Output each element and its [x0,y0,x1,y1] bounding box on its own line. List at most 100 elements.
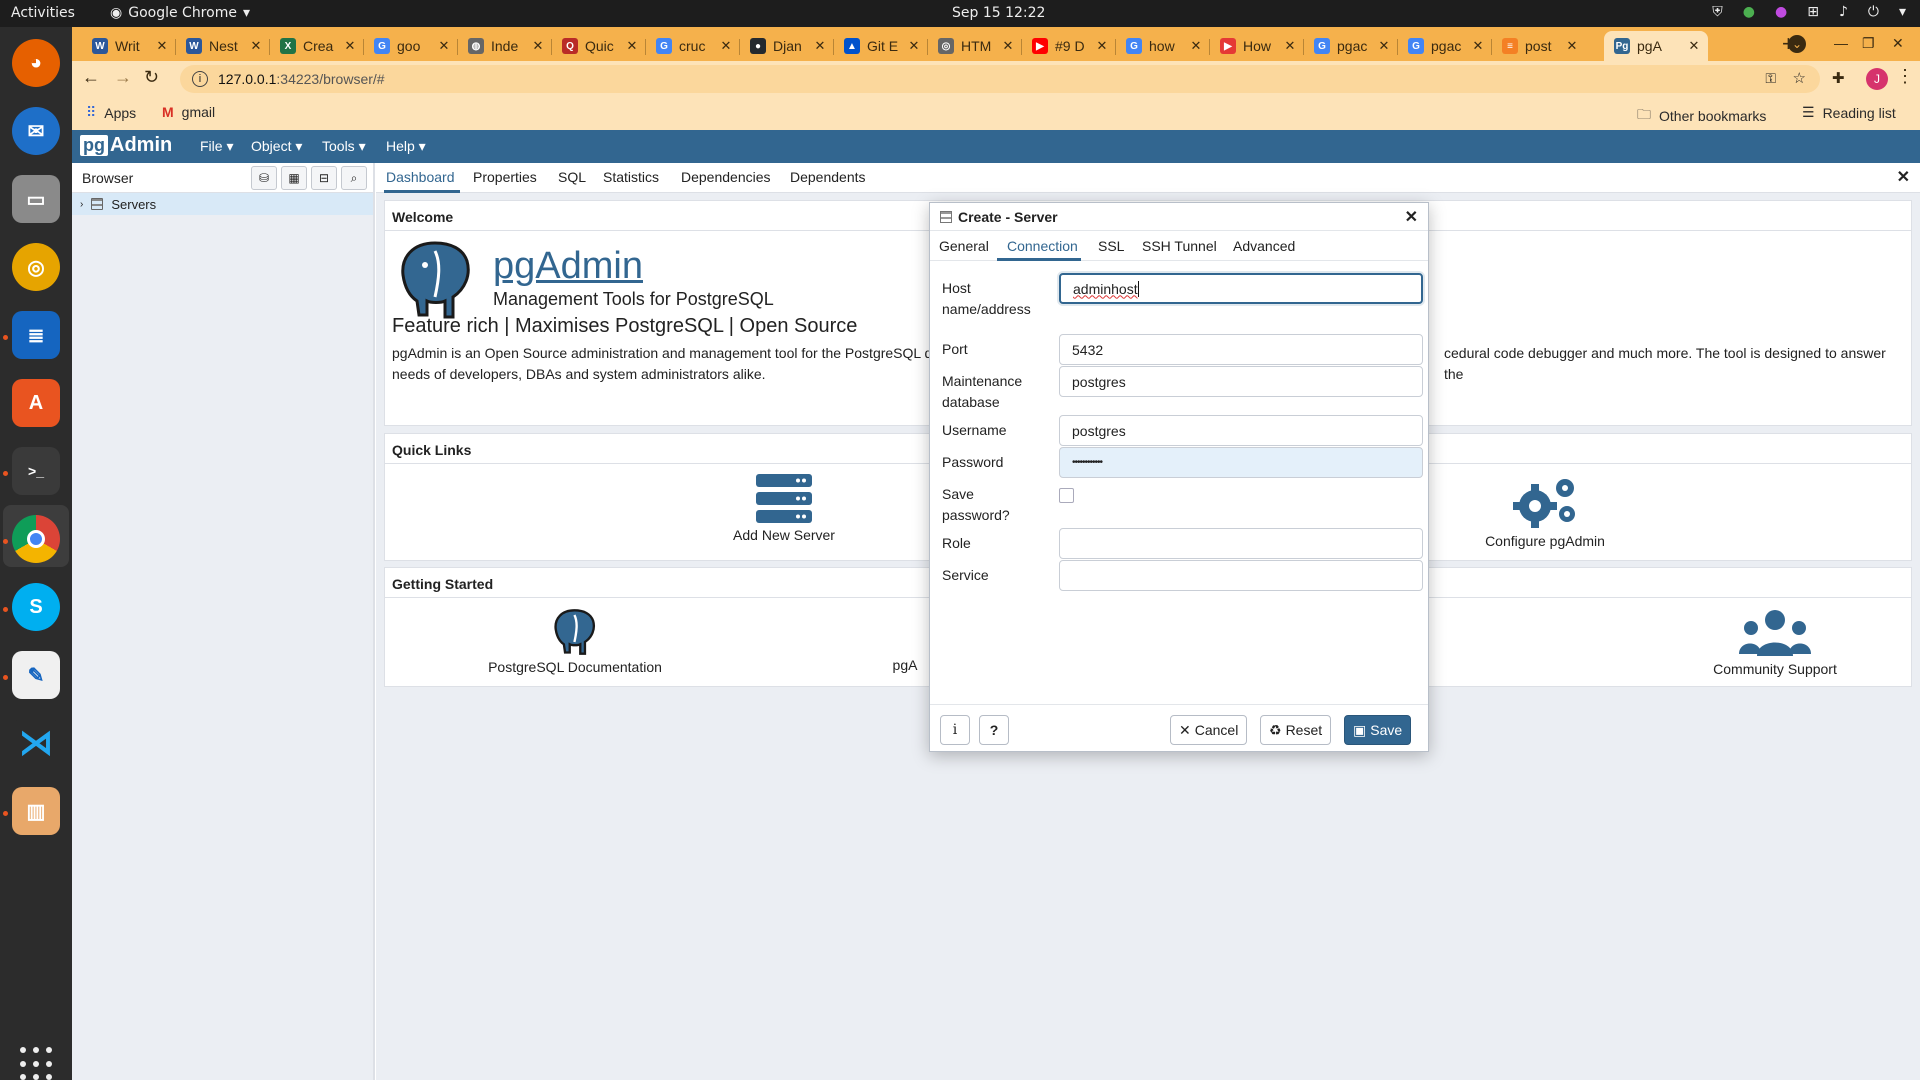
password-input[interactable]: •••••••••••• [1059,447,1423,478]
community-support-link[interactable]: Community Support [1705,608,1845,677]
add-new-server-link[interactable]: Add New Server [709,474,859,543]
bookmark-star-icon[interactable]: ☆ [1793,69,1806,87]
close-tab-icon[interactable]: ✕ [248,38,264,54]
close-tab-icon[interactable]: ✕ [530,38,546,54]
browser-tab[interactable]: Gcruc ✕ [646,31,740,61]
menu-tools[interactable]: Tools ▾ [322,138,366,155]
browser-tab[interactable]: W Writ ✕ [82,31,176,61]
volume-icon[interactable]: ♪ [1839,4,1848,20]
dialog-tab-ssl[interactable]: SSL [1098,238,1124,254]
shield-icon[interactable]: ⛨ [1712,4,1723,20]
browser-tab[interactable]: Ghow ✕ [1116,31,1210,61]
pgadmin-website-link[interactable]: pgA [890,657,920,673]
configure-pgadmin-link[interactable]: Configure pgAdmin [1470,474,1620,549]
browser-tab[interactable]: W Nest ✕ [176,31,270,61]
browser-tab[interactable]: ≡ post ✕ [1492,31,1586,61]
save-password-checkbox[interactable] [1059,488,1074,503]
files-icon[interactable]: ▭ [12,175,60,223]
tab-dashboard[interactable]: Dashboard [386,169,455,185]
browser-tab[interactable]: Gpgac ✕ [1398,31,1492,61]
tab-search-icon[interactable]: ⌄ [1788,35,1806,53]
browser-tab[interactable]: Gpgac ✕ [1304,31,1398,61]
postgresql-docs-link[interactable]: PostgreSQL Documentation [475,608,675,675]
chevron-right-icon[interactable]: › [80,199,83,210]
welcome-title[interactable]: pgAdmin [493,245,643,288]
forward-icon[interactable]: → [114,67,132,88]
activities-button[interactable]: Activities [11,5,75,21]
browser-tab[interactable]: ◎ HTM ✕ [928,31,1022,61]
text-editor-icon[interactable]: ✎ [12,651,60,699]
rhythmbox-icon[interactable]: ◎ [12,243,60,291]
vscode-icon[interactable]: ⋊ [12,719,60,767]
maximize-icon[interactable]: ❐ [1862,35,1875,52]
menu-file[interactable]: File ▾ [200,138,233,155]
power-icon[interactable]: ⏻ [1868,4,1879,20]
profile-avatar[interactable]: J [1866,68,1888,90]
close-tab-icon[interactable]: ✕ [1282,38,1298,54]
service-input[interactable] [1059,560,1423,591]
tab-statistics[interactable]: Statistics [603,169,659,185]
close-tab-icon[interactable]: ✕ [436,38,452,54]
update-icon[interactable]: ● [1743,4,1755,20]
save-button[interactable]: ▣ Save [1344,715,1412,745]
reset-button[interactable]: ♻ Reset [1260,715,1332,745]
maintenance-db-input[interactable]: postgres [1059,366,1423,397]
reading-list[interactable]: ☰ Reading list [1802,104,1896,121]
site-info-icon[interactable]: i [192,71,208,87]
browser-tab[interactable]: ▶ How ✕ [1210,31,1304,61]
browser-tab[interactable]: Q Quic ✕ [552,31,646,61]
thunderbird-icon[interactable]: ✉ [12,107,60,155]
tab-dependents[interactable]: Dependents [790,169,866,185]
chrome-icon[interactable] [12,515,60,563]
close-tab-icon[interactable]: ✕ [1094,38,1110,54]
close-tab-icon[interactable]: ✕ [154,38,170,54]
bookmark-apps[interactable]: ⠿ Apps [86,104,136,121]
close-panel-icon[interactable]: ✕ [1897,167,1910,187]
menu-object[interactable]: Object ▾ [251,138,302,155]
menu-help[interactable]: Help ▾ [386,138,426,155]
browser-tab[interactable]: ▶ #9 D ✕ [1022,31,1116,61]
close-tab-icon[interactable]: ✕ [1686,38,1702,54]
browser-tab[interactable]: ▲ Git E ✕ [834,31,928,61]
tree-item-servers[interactable]: › Servers [72,193,373,215]
close-tab-icon[interactable]: ✕ [812,38,828,54]
role-input[interactable] [1059,528,1423,559]
dialog-tab-advanced[interactable]: Advanced [1233,238,1295,254]
close-tab-icon[interactable]: ✕ [906,38,922,54]
address-bar[interactable]: i 127.0.0.1:34223/browser/# ⚿ ☆ [180,65,1820,93]
close-tab-icon[interactable]: ✕ [1000,38,1016,54]
browser-tab[interactable]: ● Djan ✕ [740,31,834,61]
system-tray[interactable]: ⛨ ● ● ⊞ ♪ ⏻ ▾ [1712,4,1906,20]
dialog-tab-general[interactable]: General [939,238,989,254]
filter-rows-icon[interactable]: ⊟ [311,166,337,190]
extensions-icon[interactable]: ✚ [1832,69,1845,87]
app-menu[interactable]: ◉ Google Chrome ▾ [110,5,250,21]
close-tab-icon[interactable]: ✕ [624,38,640,54]
minimize-icon[interactable]: — [1834,35,1848,51]
tab-dependencies[interactable]: Dependencies [681,169,771,185]
view-data-icon[interactable]: ▦ [281,166,307,190]
network-icon[interactable]: ⊞ [1807,4,1819,20]
tab-properties[interactable]: Properties [473,169,537,185]
writer-icon[interactable]: ≣ [12,311,60,359]
close-tab-icon[interactable]: ✕ [1470,38,1486,54]
browser-tab[interactable]: X Crea ✕ [270,31,364,61]
query-tool-icon[interactable]: ⛁ [251,166,277,190]
browser-tab[interactable]: Ggoo ✕ [364,31,458,61]
show-apps-icon[interactable] [20,1047,54,1080]
cancel-button[interactable]: ✕ Cancel [1170,715,1248,745]
other-bookmarks[interactable]: 🗀 Other bookmarks [1637,104,1766,128]
search-objects-icon[interactable]: ⌕ [341,166,367,190]
browser-tab[interactable]: ◍ Inde ✕ [458,31,552,61]
browser-tab[interactable]: Pg pgA ✕ [1604,31,1708,61]
archive-icon[interactable]: ▥ [12,787,60,835]
extension-icon[interactable]: ● [1775,4,1787,20]
close-tab-icon[interactable]: ✕ [342,38,358,54]
software-center-icon[interactable]: A [12,379,60,427]
bookmark-gmail[interactable]: M gmail [162,104,215,120]
dialog-tab-ssh-tunnel[interactable]: SSH Tunnel [1142,238,1217,254]
port-input[interactable]: 5432 [1059,334,1423,365]
tab-sql[interactable]: SQL [558,169,586,185]
close-tab-icon[interactable]: ✕ [1188,38,1204,54]
close-tab-icon[interactable]: ✕ [1376,38,1392,54]
